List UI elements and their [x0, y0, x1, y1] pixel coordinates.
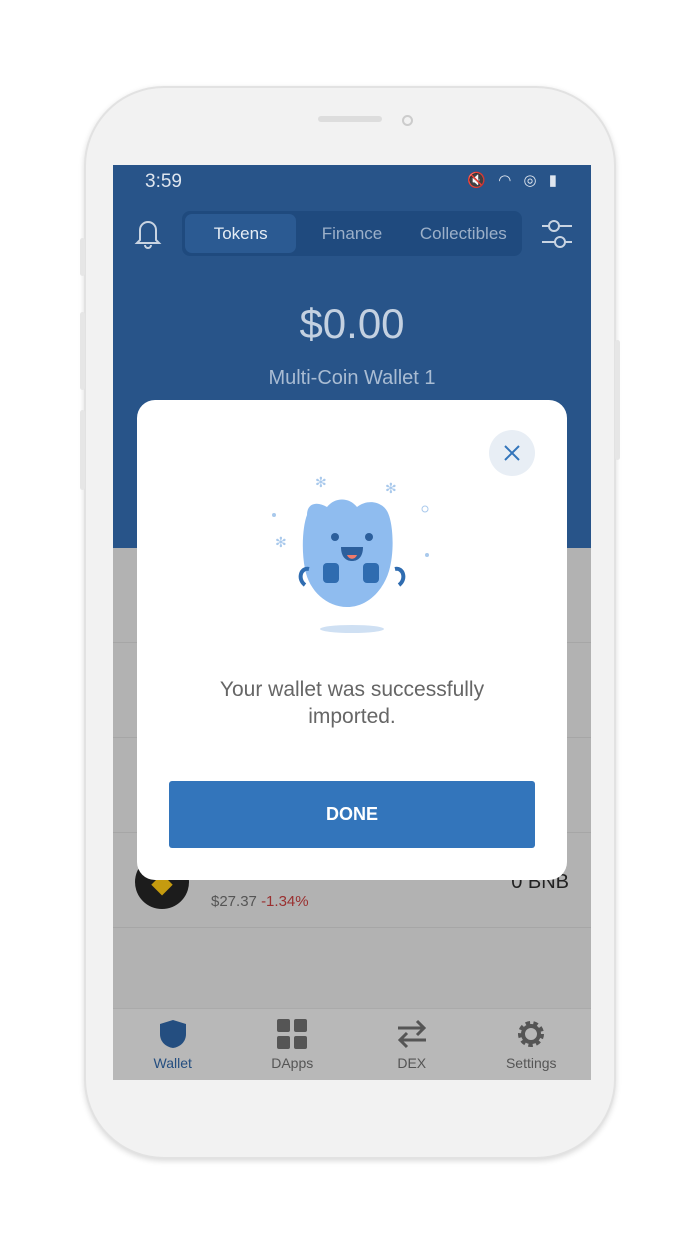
nav-dapps[interactable]: DApps [233, 1009, 353, 1080]
status-icons: 🔇 ◠ ◎ ▮ [467, 172, 561, 189]
nav-label: DEX [397, 1054, 427, 1071]
svg-text:✻: ✻ [315, 475, 327, 490]
nav-dex[interactable]: DEX [352, 1009, 472, 1080]
side-button [80, 312, 85, 390]
power-button [615, 340, 620, 460]
filter-icon[interactable] [540, 217, 574, 251]
wallet-name: Multi-Coin Wallet 1 [268, 367, 436, 389]
bottom-nav: Wallet DApps DEX Settings [113, 1008, 591, 1080]
nav-wallet[interactable]: Wallet [113, 1009, 233, 1080]
gear-icon [518, 1020, 545, 1047]
bell-icon[interactable] [133, 217, 163, 249]
shield-icon [159, 1019, 186, 1048]
nav-label: Wallet [153, 1054, 192, 1071]
nav-label: DApps [271, 1054, 314, 1071]
side-button [80, 410, 85, 490]
tab-switcher: Tokens Finance Collectibles [182, 211, 522, 256]
close-button[interactable] [489, 430, 535, 476]
price-value: $27.37 [211, 893, 257, 910]
tab-collectibles[interactable]: Collectibles [408, 214, 519, 253]
token-price: $27.37 -1.34% [211, 893, 309, 910]
grid-icon [277, 1018, 308, 1049]
close-icon [504, 445, 520, 461]
nav-settings[interactable]: Settings [472, 1009, 592, 1080]
svg-text:✻: ✻ [275, 534, 287, 550]
speaker [318, 116, 382, 122]
svg-text:✻: ✻ [385, 480, 397, 496]
success-dialog: ✻ ✻ ✻ Your wallet was successfully importe… [137, 400, 567, 880]
price-change: -1.34% [261, 893, 309, 910]
front-camera [402, 115, 413, 126]
done-button[interactable]: DONE [169, 781, 535, 848]
tab-tokens[interactable]: Tokens [185, 214, 297, 253]
success-message: Your wallet was successfully imported. [219, 678, 485, 728]
nav-label: Settings [505, 1054, 557, 1071]
mascot-illustration: ✻ ✻ ✻ [272, 475, 429, 633]
balance: $0.00 [299, 300, 405, 347]
swap-icon [397, 1019, 426, 1048]
status-time: 3:59 [145, 171, 182, 192]
tab-finance[interactable]: Finance [296, 214, 407, 253]
side-button [80, 238, 85, 276]
